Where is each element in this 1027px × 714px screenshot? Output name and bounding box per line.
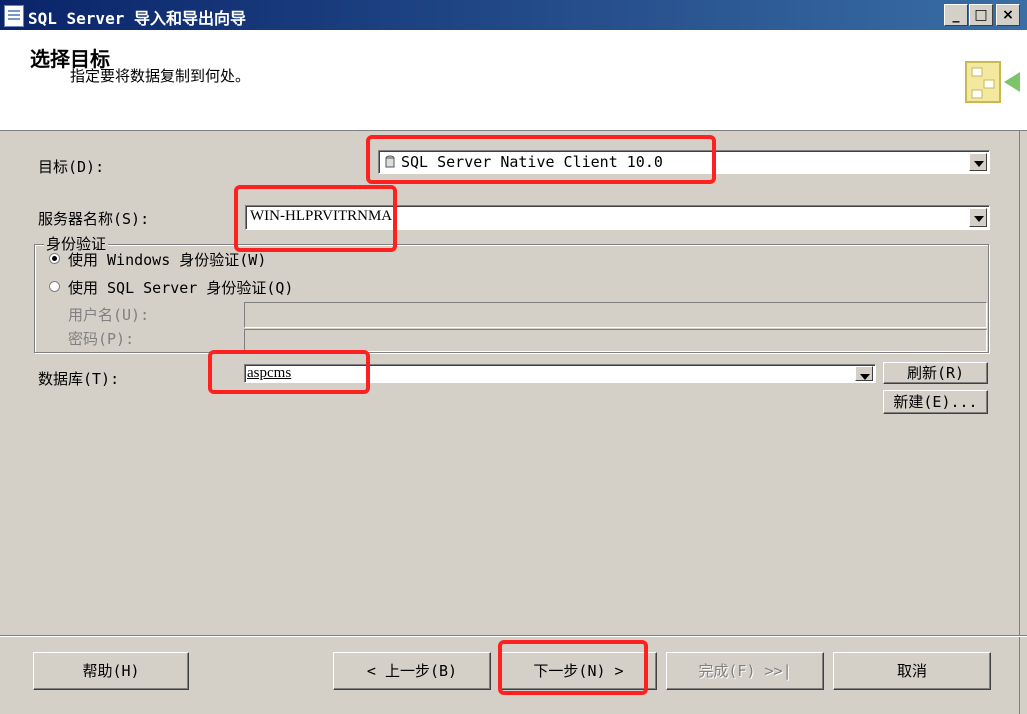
close-button[interactable]: ×: [996, 4, 1020, 26]
chevron-down-icon[interactable]: [969, 153, 987, 171]
username-label: 用户名(U):: [68, 306, 150, 324]
highlight-box-server: [234, 185, 397, 252]
highlight-box-next: [498, 640, 648, 695]
sql-auth-label[interactable]: 使用 SQL Server 身份验证(Q): [68, 277, 293, 298]
maximize-button[interactable]: □: [969, 4, 993, 26]
server-name-label: 服务器名称(S):: [38, 210, 150, 228]
back-button[interactable]: < 上一步(B): [333, 652, 491, 690]
highlight-box-database: [208, 350, 370, 394]
highlight-box-destination: [366, 135, 716, 184]
cancel-button[interactable]: 取消: [833, 652, 991, 690]
divider: [1019, 130, 1020, 714]
wizard-graphic-icon: [965, 61, 1020, 103]
page-subtitle: 指定要将数据复制到何处。: [70, 67, 251, 85]
help-button[interactable]: 帮助(H): [33, 652, 189, 690]
sql-auth-radio[interactable]: [49, 281, 60, 292]
windows-auth-label[interactable]: 使用 Windows 身份验证(W): [68, 249, 266, 270]
chevron-down-icon[interactable]: [855, 366, 873, 381]
footer-divider: [0, 635, 1027, 637]
username-input[interactable]: [244, 302, 987, 328]
chevron-down-icon[interactable]: [969, 208, 987, 227]
app-icon: [4, 5, 24, 27]
password-label: 密码(P):: [68, 330, 135, 348]
destination-label: 目标(D):: [38, 158, 105, 176]
wizard-header: 选择目标 指定要将数据复制到何处。: [0, 30, 1027, 131]
window-title: SQL Server 导入和导出向导: [28, 9, 246, 28]
refresh-button[interactable]: 刷新(R): [883, 362, 988, 384]
windows-auth-radio[interactable]: [49, 253, 60, 264]
minimize-button[interactable]: _: [944, 4, 968, 26]
finish-button[interactable]: 完成(F) >>|: [666, 652, 824, 690]
title-bar[interactable]: SQL Server 导入和导出向导 _ □ ×: [0, 0, 1027, 30]
database-label: 数据库(T):: [38, 370, 120, 388]
new-database-button[interactable]: 新建(E)...: [883, 390, 988, 414]
password-input[interactable]: [244, 329, 987, 352]
